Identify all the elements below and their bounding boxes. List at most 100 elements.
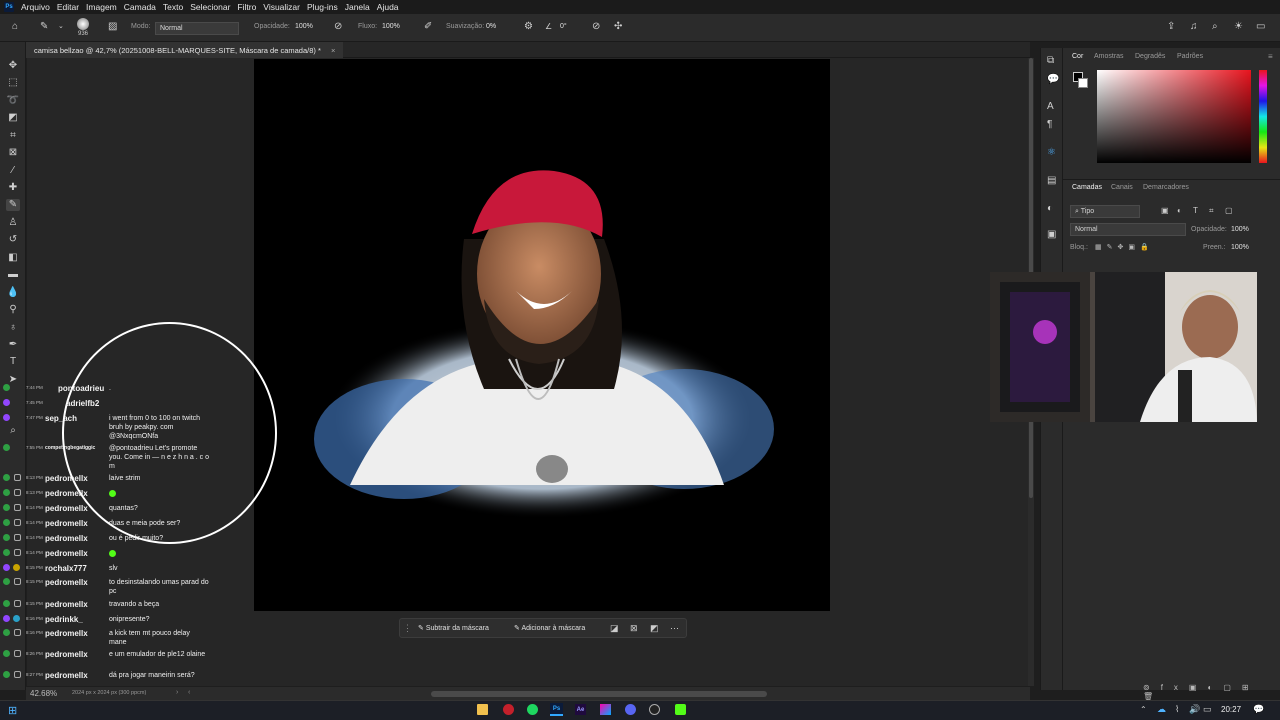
filter-shape-icon[interactable]: ⌗ bbox=[1209, 206, 1214, 216]
kick-app-icon[interactable] bbox=[675, 704, 686, 715]
gear-icon[interactable]: ⚙ bbox=[524, 22, 533, 32]
menu-editar[interactable]: Editar bbox=[57, 2, 79, 12]
network-icon[interactable]: ▭ bbox=[1203, 704, 1212, 715]
background-color-swatch[interactable] bbox=[1078, 78, 1088, 88]
brush-settings-icon[interactable]: ▨ bbox=[108, 22, 117, 32]
brush-tool-icon[interactable]: ✎ bbox=[40, 22, 48, 32]
drag-handle-icon[interactable]: ⋮ bbox=[403, 623, 412, 634]
comments-icon[interactable]: 💬 bbox=[1047, 75, 1059, 85]
tab-canais[interactable]: Canais bbox=[1111, 184, 1133, 191]
object-select-tool-icon[interactable]: ◩ bbox=[6, 112, 20, 124]
clock-time[interactable]: 20:27 bbox=[1221, 705, 1241, 714]
flow-value[interactable]: 100% bbox=[382, 23, 400, 30]
move-tool-icon[interactable]: ✥ bbox=[6, 60, 20, 72]
brush-tool-icon[interactable]: ✎ bbox=[6, 199, 20, 211]
speaker-icon[interactable]: 🔊 bbox=[1189, 704, 1200, 715]
menu-camada[interactable]: Camada bbox=[124, 2, 156, 12]
discord-icon[interactable] bbox=[625, 704, 636, 715]
menu-texto[interactable]: Texto bbox=[163, 2, 183, 12]
libraries-icon[interactable]: ▣ bbox=[1047, 230, 1056, 240]
tab-amostras[interactable]: Amostras bbox=[1094, 53, 1124, 60]
eraser-tool-icon[interactable]: ◧ bbox=[6, 252, 20, 264]
angle-value[interactable]: 0° bbox=[560, 23, 567, 30]
dodge-tool-icon-2[interactable]: ♁ bbox=[6, 322, 20, 334]
smoothing-value[interactable]: 0% bbox=[486, 23, 496, 30]
airbrush-icon[interactable]: ✐ bbox=[424, 22, 432, 32]
mode-dropdown[interactable]: Normal bbox=[155, 22, 239, 35]
windows-start-icon[interactable]: ⊞ bbox=[8, 704, 17, 717]
marquee-tool-icon[interactable]: ⬚ bbox=[6, 77, 20, 89]
spotify-icon[interactable] bbox=[527, 704, 538, 715]
chevron-down-icon[interactable]: ⌄ bbox=[58, 22, 64, 32]
opacity-value[interactable]: 100% bbox=[295, 23, 313, 30]
after-effects-icon[interactable]: Ae bbox=[575, 704, 586, 715]
panel-menu-icon[interactable]: ≡ bbox=[1268, 52, 1273, 61]
workspace-icon[interactable]: ▭ bbox=[1256, 22, 1265, 32]
hue-slider[interactable] bbox=[1259, 70, 1267, 163]
menu-imagem[interactable]: Imagem bbox=[86, 2, 117, 12]
filter-smart-icon[interactable]: ▢ bbox=[1225, 206, 1233, 215]
menu-janela[interactable]: Janela bbox=[345, 2, 370, 12]
layer-opacity-value[interactable]: 100% bbox=[1231, 226, 1249, 233]
tab-padroes[interactable]: Padrões bbox=[1177, 53, 1203, 60]
tab-cor[interactable]: Cor bbox=[1072, 53, 1083, 60]
menu-selecionar[interactable]: Selecionar bbox=[190, 2, 230, 12]
pressure-size-icon[interactable]: ⊘ bbox=[592, 22, 600, 32]
brush-preset-icon[interactable] bbox=[77, 18, 89, 30]
properties-icon[interactable]: ▤ bbox=[1047, 176, 1056, 186]
disable-mask-icon[interactable]: ⊠ bbox=[630, 623, 638, 634]
frame-tool-icon[interactable]: ⊠ bbox=[6, 147, 20, 159]
artboard-image[interactable] bbox=[254, 59, 830, 611]
horizontal-scrollbar-thumb[interactable] bbox=[431, 691, 767, 697]
menu-plugins[interactable]: Plug-ins bbox=[307, 2, 338, 12]
type-tool-icon[interactable]: T bbox=[6, 356, 20, 368]
subtract-mask-button[interactable]: ✎ Subtrair da máscara bbox=[414, 622, 493, 635]
menu-ajuda[interactable]: Ajuda bbox=[377, 2, 399, 12]
lasso-tool-icon[interactable]: ➰ bbox=[6, 95, 20, 107]
plugins-icon[interactable]: ⚛ bbox=[1047, 148, 1056, 158]
notification-bell-icon[interactable]: ♫ bbox=[1190, 22, 1198, 32]
invert-mask-icon[interactable]: ◪ bbox=[610, 623, 619, 634]
character-icon[interactable]: A bbox=[1047, 102, 1054, 112]
healing-tool-icon[interactable]: ✚ bbox=[6, 182, 20, 194]
filter-pixel-icon[interactable]: ▣ bbox=[1161, 206, 1169, 215]
menu-arquivo[interactable]: Arquivo bbox=[21, 2, 50, 12]
close-icon[interactable]: × bbox=[331, 46, 335, 55]
filter-adjustment-icon[interactable]: ◐ bbox=[1177, 206, 1182, 215]
gradient-tool-icon[interactable]: ▬ bbox=[6, 269, 20, 281]
photoshop-logo-icon[interactable]: Ps bbox=[4, 2, 14, 12]
layer-actions[interactable]: ⊚fx▣◐▢⊞🗑 bbox=[1143, 683, 1280, 701]
history-icon[interactable]: ⧉ bbox=[1047, 56, 1054, 66]
tray-app-icon[interactable]: ☁ bbox=[1157, 704, 1166, 715]
stamp-tool-icon[interactable]: ♙ bbox=[6, 217, 20, 229]
add-mask-button[interactable]: ✎ Adicionar à máscara bbox=[510, 622, 589, 635]
dodge-tool-icon[interactable]: ⚲ bbox=[6, 304, 20, 316]
share-icon[interactable]: ⇪ bbox=[1167, 22, 1175, 32]
menu-visualizar[interactable]: Visualizar bbox=[263, 2, 300, 12]
tab-demarcadores[interactable]: Demarcadores bbox=[1143, 184, 1189, 191]
eyedropper-tool-icon[interactable]: ⁄ bbox=[6, 165, 20, 177]
app-icon[interactable] bbox=[600, 704, 611, 715]
more-options-icon[interactable]: ⋯ bbox=[670, 623, 679, 634]
lightbulb-icon[interactable]: ☀ bbox=[1234, 22, 1243, 32]
opera-icon[interactable] bbox=[503, 704, 514, 715]
document-tab[interactable]: camisa bellzao @ 42,7% (20251008-BELL-MA… bbox=[26, 42, 344, 58]
lock-icons[interactable]: ▦✎✥▣🔒 bbox=[1095, 243, 1154, 251]
layer-filter-dropdown[interactable]: ⌕ Tipo bbox=[1070, 205, 1140, 218]
history-brush-tool-icon[interactable]: ↺ bbox=[6, 234, 20, 246]
photoshop-taskbar-icon[interactable]: Ps bbox=[550, 703, 563, 716]
obs-icon[interactable] bbox=[649, 704, 660, 715]
color-field[interactable] bbox=[1097, 70, 1251, 163]
tab-camadas[interactable]: Camadas bbox=[1072, 184, 1102, 191]
blur-tool-icon[interactable]: 💧 bbox=[6, 287, 20, 299]
tab-degrades[interactable]: Degradês bbox=[1135, 53, 1165, 60]
symmetry-icon[interactable]: ✣ bbox=[614, 22, 622, 32]
blend-mode-dropdown[interactable]: Normal bbox=[1070, 223, 1186, 236]
home-icon[interactable]: ⌂ bbox=[12, 22, 18, 32]
pen-tool-icon[interactable]: ✒ bbox=[6, 339, 20, 351]
tray-chevron-icon[interactable]: ⌃ bbox=[1140, 705, 1147, 714]
usb-icon[interactable]: ⌇ bbox=[1175, 704, 1179, 715]
menu-filtro[interactable]: Filtro bbox=[237, 2, 256, 12]
search-icon[interactable]: ⌕ bbox=[1212, 22, 1218, 32]
fill-value[interactable]: 100% bbox=[1231, 244, 1249, 251]
